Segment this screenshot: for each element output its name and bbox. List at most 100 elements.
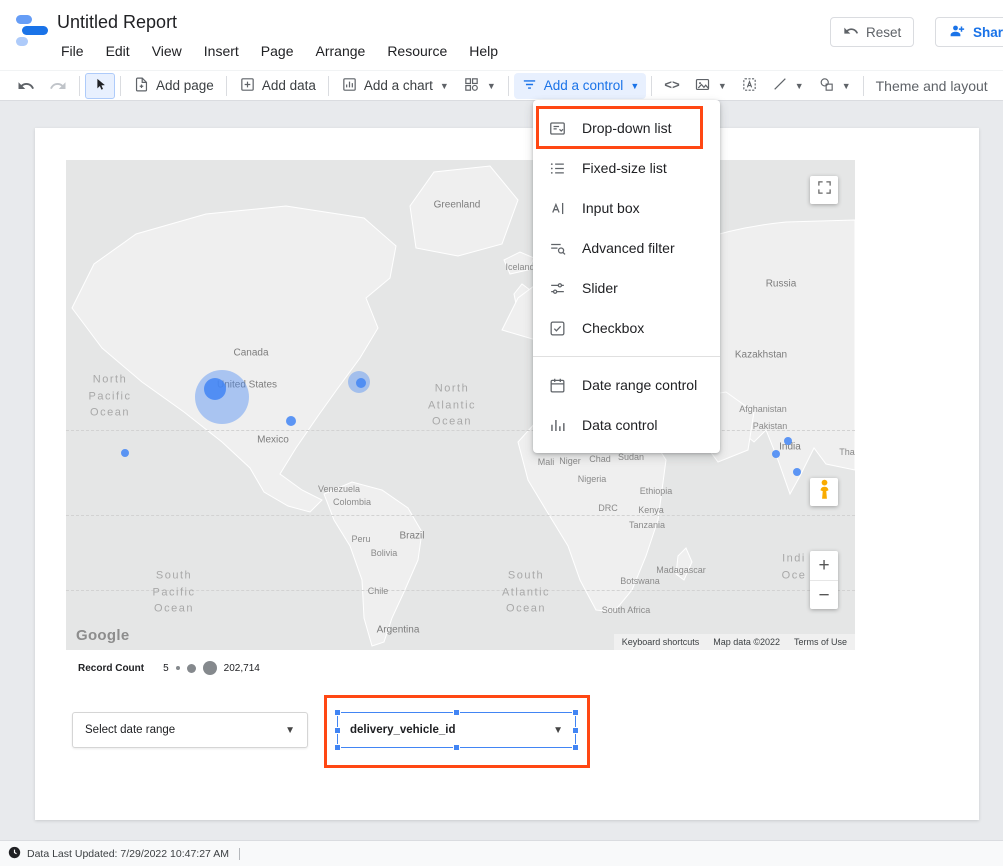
- menu-arrange[interactable]: Arrange: [305, 40, 377, 62]
- bubble-size-legend: Record Count 5 202,714: [78, 661, 260, 675]
- map-data-text: Map data ©2022: [713, 637, 780, 647]
- menu-item-date-range-control[interactable]: Date range control: [533, 365, 720, 405]
- chevron-down-icon: ▼: [553, 725, 563, 736]
- advanced-filter-icon: [548, 238, 568, 258]
- fullscreen-button[interactable]: [810, 176, 838, 204]
- menu-page[interactable]: Page: [250, 40, 305, 62]
- map-label: Tha: [839, 447, 855, 457]
- chevron-down-icon: ▼: [630, 81, 639, 91]
- map-bubble: [121, 449, 129, 457]
- data-control-icon: [548, 415, 568, 435]
- add-data-button[interactable]: Add data: [232, 73, 323, 99]
- menu-item-label: Checkbox: [582, 320, 644, 336]
- map-label: Pakistan: [753, 421, 788, 431]
- map-label: Chile: [368, 586, 389, 596]
- community-visualizations-button[interactable]: ▼: [456, 73, 503, 99]
- menu-help[interactable]: Help: [458, 40, 509, 62]
- menu-item-input-box[interactable]: Input box: [533, 188, 720, 228]
- map-label: Mexico: [257, 435, 289, 446]
- report-canvas: Greenland Iceland Canada United States M…: [0, 101, 1003, 840]
- menu-separator: [533, 356, 720, 357]
- add-page-button[interactable]: Add page: [126, 73, 221, 99]
- menu-item-label: Fixed-size list: [582, 160, 667, 176]
- add-control-label: Add a control: [544, 78, 624, 93]
- insert-text-button[interactable]: [734, 73, 765, 99]
- pegman-icon: [818, 479, 831, 505]
- resize-handle[interactable]: [453, 709, 460, 716]
- zoom-out-button[interactable]: −: [810, 580, 838, 609]
- legend-dot-small: [176, 666, 180, 670]
- toolbar: Add page Add data Add a chart ▼ ▼ Add a …: [0, 70, 1003, 101]
- looker-studio-logo[interactable]: [14, 13, 50, 49]
- add-chart-button[interactable]: Add a chart ▼: [334, 73, 456, 99]
- menu-resource[interactable]: Resource: [376, 40, 458, 62]
- map-bubble: [286, 416, 296, 426]
- map-label: Chad: [589, 454, 611, 464]
- menu-insert[interactable]: Insert: [193, 40, 250, 62]
- chevron-down-icon: ▼: [795, 81, 804, 91]
- map-label: South Atlantic Ocean: [502, 567, 550, 617]
- theme-and-layout-button[interactable]: Theme and layout: [869, 73, 995, 99]
- map-bubble: [784, 437, 792, 445]
- resize-handle[interactable]: [334, 709, 341, 716]
- redo-button[interactable]: [42, 73, 74, 99]
- reset-button[interactable]: Reset: [830, 17, 914, 47]
- embed-code-button[interactable]: <>: [657, 73, 687, 99]
- map-label: Greenland: [434, 200, 481, 211]
- resize-handle[interactable]: [572, 727, 579, 734]
- date-range-icon: [548, 375, 568, 395]
- map-gridline: [66, 515, 855, 516]
- resize-handle[interactable]: [572, 744, 579, 751]
- report-title[interactable]: Untitled Report: [57, 12, 177, 33]
- toolbar-separator: [863, 76, 864, 96]
- add-page-label: Add page: [156, 78, 214, 93]
- insert-image-button[interactable]: ▼: [687, 73, 734, 99]
- dropdown-list-control-selected[interactable]: delivery_vehicle_id ▼: [337, 712, 576, 748]
- share-button[interactable]: Share: [935, 17, 1003, 47]
- menu-item-label: Date range control: [582, 377, 697, 393]
- resize-handle[interactable]: [334, 727, 341, 734]
- insert-shape-button[interactable]: ▼: [811, 73, 858, 99]
- undo-button[interactable]: [10, 73, 42, 99]
- zoom-in-button[interactable]: +: [810, 551, 838, 580]
- map-label: Bolivia: [371, 548, 398, 558]
- menu-item-advanced-filter[interactable]: Advanced filter: [533, 228, 720, 268]
- fullscreen-icon: [817, 180, 832, 200]
- chevron-down-icon: ▼: [440, 81, 449, 91]
- menu-item-fixed-size-list[interactable]: Fixed-size list: [533, 148, 720, 188]
- menu-edit[interactable]: Edit: [95, 40, 141, 62]
- menu-item-data-control[interactable]: Data control: [533, 405, 720, 445]
- toolbar-separator: [226, 76, 227, 96]
- pegman-button[interactable]: [810, 478, 838, 506]
- checkbox-icon: [548, 318, 568, 338]
- community-viz-icon: [463, 76, 480, 96]
- toolbar-separator: [328, 76, 329, 96]
- google-maps-logo[interactable]: Google: [76, 627, 129, 644]
- add-control-button[interactable]: Add a control ▼: [514, 73, 646, 99]
- insert-line-button[interactable]: ▼: [765, 73, 811, 99]
- resize-handle[interactable]: [572, 709, 579, 716]
- geo-bubble-map[interactable]: Greenland Iceland Canada United States M…: [66, 160, 855, 650]
- menu-item-slider[interactable]: Slider: [533, 268, 720, 308]
- keyboard-shortcuts-link[interactable]: Keyboard shortcuts: [622, 637, 700, 647]
- date-range-control[interactable]: Select date range ▼: [72, 712, 308, 748]
- menu-item-dropdown-list[interactable]: Drop-down list: [533, 108, 720, 148]
- last-updated-text: Data Last Updated: 7/29/2022 10:47:27 AM: [27, 848, 229, 860]
- resize-handle[interactable]: [453, 744, 460, 751]
- reset-undo-icon: [843, 23, 859, 42]
- status-divider: [239, 848, 240, 860]
- menu-view[interactable]: View: [141, 40, 193, 62]
- menu-item-label: Slider: [582, 280, 618, 296]
- line-icon: [772, 76, 788, 95]
- report-page[interactable]: Greenland Iceland Canada United States M…: [35, 128, 979, 820]
- toolbar-separator: [508, 76, 509, 96]
- resize-handle[interactable]: [334, 744, 341, 751]
- select-tool-button[interactable]: [85, 73, 115, 99]
- terms-of-use-link[interactable]: Terms of Use: [794, 637, 847, 647]
- menu-item-checkbox[interactable]: Checkbox: [533, 308, 720, 348]
- legend-dot-large: [203, 661, 217, 675]
- menu-file[interactable]: File: [50, 40, 95, 62]
- add-data-label: Add data: [262, 78, 316, 93]
- map-label: Madagascar: [656, 565, 706, 575]
- map-label: Ethiopia: [640, 486, 673, 496]
